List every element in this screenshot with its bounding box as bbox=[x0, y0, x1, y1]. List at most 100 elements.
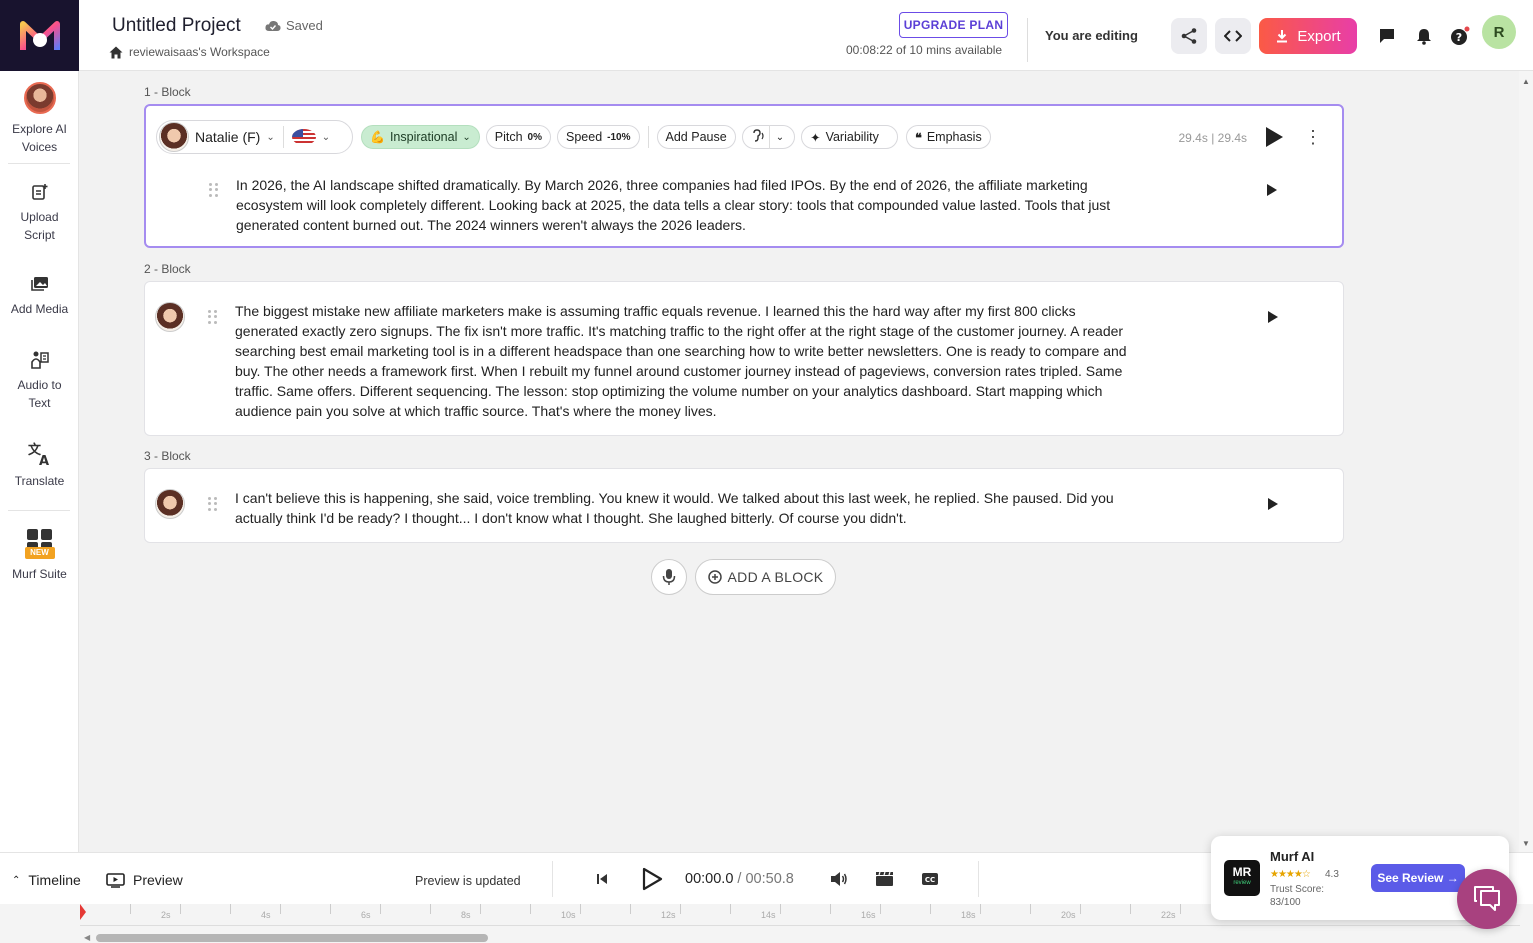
sidebar-item-explore-voices[interactable]: Explore AI Voices bbox=[0, 82, 79, 156]
saved-label: Saved bbox=[286, 18, 323, 33]
see-review-button[interactable]: See Review → bbox=[1371, 864, 1465, 892]
variability-control[interactable]: ✦ Variability bbox=[801, 125, 899, 149]
sidebar-item-murf-suite[interactable]: NEW Murf Suite bbox=[0, 527, 79, 583]
record-voice-button[interactable] bbox=[651, 559, 687, 595]
vertical-scrollbar[interactable]: ▲ ▼ bbox=[1519, 71, 1533, 852]
ruler-tick bbox=[680, 904, 681, 914]
top-header: Untitled Project Saved reviewaisaas's Wo… bbox=[79, 0, 1533, 71]
block-text[interactable]: The biggest mistake new affiliate market… bbox=[235, 301, 1127, 421]
chevron-down-icon[interactable]: ⌄ bbox=[322, 132, 330, 143]
block-text[interactable]: In 2026, the AI landscape shifted dramat… bbox=[236, 175, 1128, 235]
voice-avatar-icon[interactable] bbox=[155, 302, 185, 332]
style-emoji-icon: 💪 bbox=[370, 130, 385, 144]
user-avatar[interactable]: R bbox=[1482, 15, 1516, 49]
block-text[interactable]: I can't believe this is happening, she s… bbox=[235, 488, 1127, 528]
playhead-marker[interactable] bbox=[80, 904, 86, 920]
divider bbox=[552, 861, 553, 897]
new-badge: NEW bbox=[24, 547, 55, 559]
translate-icon: 文A bbox=[26, 440, 54, 468]
embed-code-button[interactable] bbox=[1215, 18, 1251, 54]
speed-control[interactable]: Speed -10% bbox=[557, 125, 640, 149]
voice-avatar-icon bbox=[23, 82, 56, 114]
more-options-icon[interactable]: ⋮ bbox=[1304, 128, 1322, 146]
play-sentence-icon[interactable] bbox=[1267, 311, 1279, 323]
emphasis-label: Emphasis bbox=[926, 130, 982, 144]
voice-selector[interactable]: Natalie (F) ⌄ ⌄ bbox=[156, 120, 353, 154]
style-selector[interactable]: 💪 Inspirational ⌄ bbox=[361, 125, 480, 149]
play-icon[interactable] bbox=[640, 867, 664, 891]
comments-icon[interactable] bbox=[1377, 26, 1397, 46]
ruler-tick bbox=[130, 904, 131, 914]
play-block-icon[interactable] bbox=[1264, 126, 1284, 148]
voice-avatar-icon[interactable] bbox=[155, 489, 185, 519]
captions-icon[interactable]: CC bbox=[920, 870, 940, 888]
logo-sub: review bbox=[1233, 880, 1251, 886]
video-clapper-icon[interactable] bbox=[874, 870, 894, 888]
ruler-tick bbox=[630, 904, 631, 914]
preview-button[interactable]: Preview bbox=[106, 872, 183, 888]
ruler-tick-label: 4s bbox=[261, 910, 271, 920]
upgrade-plan-button[interactable]: UPGRADE PLAN bbox=[899, 12, 1008, 38]
sidebar-item-audio-to-text[interactable]: Audio to Text bbox=[0, 348, 79, 412]
play-sentence-icon[interactable] bbox=[1266, 184, 1278, 196]
sidebar-item-add-media[interactable]: Add Media bbox=[0, 272, 79, 318]
share-button[interactable] bbox=[1171, 18, 1207, 54]
scroll-up-icon[interactable]: ▲ bbox=[1522, 77, 1530, 86]
script-block-1[interactable]: Natalie (F) ⌄ ⌄ 💪 Inspirational ⌄ Pitch … bbox=[144, 104, 1344, 248]
svg-text:A: A bbox=[39, 454, 49, 467]
ruler-tick bbox=[1130, 904, 1131, 914]
scroll-down-icon[interactable]: ▼ bbox=[1522, 839, 1530, 848]
timeline-toggle[interactable]: ⌃ Timeline bbox=[12, 872, 81, 888]
volume-icon[interactable] bbox=[829, 870, 849, 888]
block-duration: 29.4s | 29.4s bbox=[1178, 131, 1248, 145]
murf-logo-icon bbox=[19, 20, 60, 50]
skip-to-start-icon[interactable] bbox=[592, 870, 612, 888]
export-button[interactable]: Export bbox=[1259, 18, 1357, 54]
us-flag-icon[interactable] bbox=[291, 129, 316, 145]
script-block-2[interactable]: The biggest mistake new affiliate market… bbox=[144, 281, 1344, 436]
media-icon bbox=[28, 272, 52, 296]
svg-text:?: ? bbox=[1456, 31, 1462, 44]
pronunciation-control[interactable]: ⌄ bbox=[741, 125, 796, 149]
ruler-tick bbox=[780, 904, 781, 914]
horizontal-scrollbar-thumb[interactable] bbox=[96, 934, 488, 942]
add-block-button[interactable]: ADD A BLOCK bbox=[695, 559, 836, 595]
drag-handle-icon[interactable] bbox=[208, 310, 218, 324]
ruler-tick bbox=[880, 904, 881, 914]
drag-handle-icon[interactable] bbox=[209, 183, 219, 197]
script-block-3[interactable]: I can't believe this is happening, she s… bbox=[144, 468, 1344, 543]
ruler-tick bbox=[930, 904, 931, 914]
save-status: Saved bbox=[265, 18, 323, 33]
ruler-tick-label: 20s bbox=[1061, 910, 1076, 920]
notifications-bell-icon[interactable] bbox=[1414, 26, 1434, 46]
add-block-label: ADD A BLOCK bbox=[727, 569, 824, 585]
help-icon[interactable]: ? bbox=[1450, 26, 1470, 46]
left-sidebar: Explore AI Voices Upload Script Add Medi… bbox=[0, 0, 79, 852]
chevron-up-icon: ⌃ bbox=[12, 874, 21, 886]
chat-support-button[interactable] bbox=[1457, 869, 1517, 929]
mr-review-logo: MR review bbox=[1224, 860, 1260, 896]
pitch-control[interactable]: Pitch 0% bbox=[485, 125, 551, 149]
sidebar-label: Upload bbox=[20, 210, 59, 224]
current-time: 00:00.0 bbox=[685, 871, 734, 887]
ruler-tick bbox=[530, 904, 531, 914]
drag-handle-icon[interactable] bbox=[208, 497, 218, 511]
sidebar-item-translate[interactable]: 文A Translate bbox=[0, 440, 79, 490]
block-label: 2 - Block bbox=[144, 262, 191, 276]
emphasis-button[interactable]: ❝ Emphasis bbox=[906, 125, 991, 149]
scroll-left-icon[interactable]: ◀ bbox=[84, 933, 90, 942]
star-rating-icon: ★★★★☆ bbox=[1270, 869, 1311, 880]
breadcrumb[interactable]: reviewaisaas's Workspace bbox=[109, 45, 270, 59]
voice-name: Natalie (F) bbox=[195, 129, 261, 145]
project-title[interactable]: Untitled Project bbox=[112, 15, 241, 37]
svg-text:CC: CC bbox=[925, 876, 935, 884]
editing-status: You are editing bbox=[1045, 28, 1138, 43]
add-pause-button[interactable]: Add Pause bbox=[656, 125, 736, 149]
ruler-tick bbox=[730, 904, 731, 914]
chevron-down-icon[interactable]: ⌄ bbox=[770, 132, 790, 143]
play-sentence-icon[interactable] bbox=[1267, 498, 1279, 510]
murf-logo[interactable] bbox=[0, 0, 79, 71]
chevron-down-icon: ⌄ bbox=[462, 131, 471, 143]
sidebar-item-upload-script[interactable]: Upload Script bbox=[0, 180, 79, 244]
share-icon bbox=[1181, 28, 1197, 44]
